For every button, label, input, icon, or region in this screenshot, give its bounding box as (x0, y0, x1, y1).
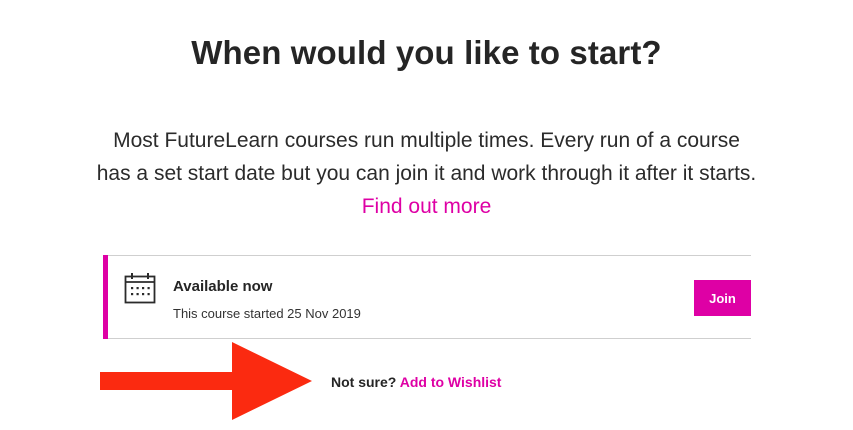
wishlist-prompt: Not sure? (331, 374, 397, 390)
red-arrow-annotation (100, 342, 312, 420)
run-accent-bar (103, 255, 108, 339)
start-date-page: When would you like to start? Most Futur… (0, 0, 853, 430)
page-title: When would you like to start? (191, 34, 662, 71)
wishlist-row: Not sure? Add to Wishlist (331, 374, 501, 390)
calendar-icon (124, 273, 156, 304)
run-start-date: This course started 25 Nov 2019 (173, 306, 361, 321)
run-availability-title: Available now (173, 278, 273, 295)
find-out-more-link[interactable]: Find out more (362, 195, 492, 218)
intro-paragraph: Most FutureLearn courses run multiple ti… (96, 124, 757, 223)
add-to-wishlist-link[interactable]: Add to Wishlist (400, 374, 502, 390)
course-run-card: Available now This course started 25 Nov… (103, 255, 751, 339)
join-button[interactable]: Join (694, 280, 751, 316)
intro-text: Most FutureLearn courses run multiple ti… (96, 129, 757, 185)
